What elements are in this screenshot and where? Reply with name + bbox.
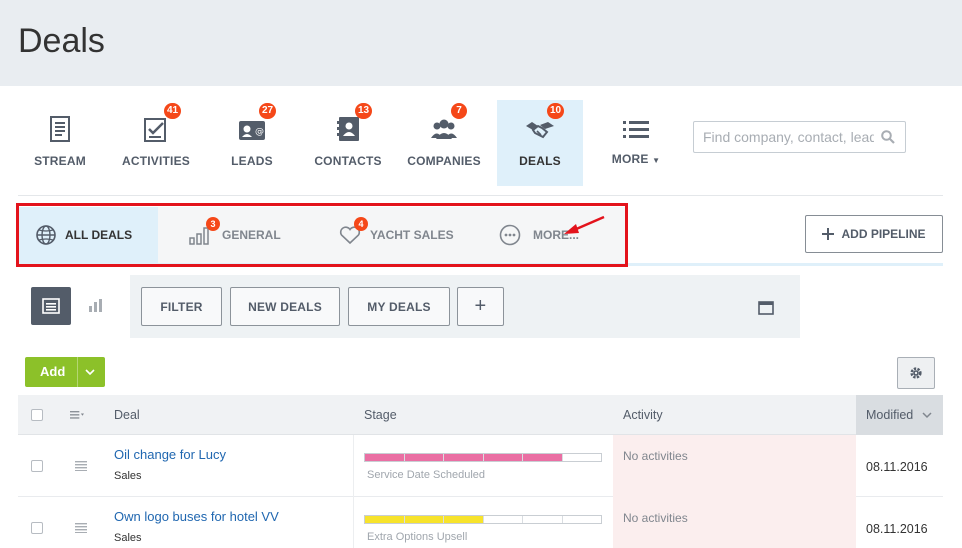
add-pipeline-button[interactable]: ADD PIPELINE (805, 215, 943, 253)
main-card: STREAM 41 ACTIVITIES @ 27 LEADS 13 CONTA… (0, 86, 962, 548)
handshake-icon (526, 122, 554, 139)
settings-button[interactable] (897, 357, 935, 389)
add-filter-button[interactable]: + (457, 287, 504, 326)
row-menu-icon[interactable] (74, 523, 88, 533)
search-input[interactable] (694, 122, 874, 152)
tab-leads[interactable]: @ 27 LEADS (209, 100, 295, 186)
window-icon[interactable] (758, 301, 774, 315)
list-view-button[interactable] (31, 287, 71, 325)
activity-text: No activities (623, 511, 688, 525)
deal-pipeline: Sales (114, 532, 142, 544)
more-label: MORE (611, 152, 649, 166)
tab-label: LEADS (231, 154, 273, 168)
divider (18, 195, 943, 196)
stage-progress-bar[interactable] (364, 453, 602, 462)
leads-count-badge: 27 (259, 103, 277, 119)
modified-header-label: Modified (866, 408, 914, 422)
table-header: Deal Stage Activity Modified (18, 395, 943, 435)
tab-label: STREAM (34, 154, 86, 168)
modified-date: 08.11.2016 (866, 522, 928, 536)
contacts-icon (337, 117, 359, 141)
cell-divider (353, 497, 354, 548)
gear-icon (910, 367, 922, 379)
tab-companies[interactable]: 7 COMPANIES (401, 100, 487, 186)
stream-icon (50, 116, 70, 142)
table-row: Own logo buses for hotel VV Sales Extra … (18, 497, 943, 548)
deals-count-badge: 10 (547, 103, 565, 119)
view-switcher (18, 275, 130, 338)
modified-date: 08.11.2016 (866, 460, 928, 474)
activity-text: No activities (623, 449, 688, 463)
arrow-annotation-icon (564, 215, 605, 234)
cell-divider (353, 435, 354, 497)
row-checkbox[interactable] (31, 460, 43, 472)
row-menu-icon[interactable] (74, 461, 88, 471)
add-label: Add (40, 364, 66, 379)
row-checkbox[interactable] (31, 522, 43, 534)
stage-label: Extra Options Upsell (367, 531, 468, 543)
menu-icon (623, 121, 649, 138)
sort-chevron-icon (922, 412, 932, 419)
tab-more[interactable]: MORE ▼ (593, 100, 679, 186)
new-deals-filter-button[interactable]: NEW DEALS (230, 287, 340, 326)
list-view-icon (42, 298, 60, 314)
select-all-checkbox[interactable] (31, 409, 43, 421)
tab-label: DEALS (519, 154, 561, 168)
plus-icon (822, 228, 835, 240)
my-deals-filter-button[interactable]: MY DEALS (348, 287, 450, 326)
tab-label: COMPANIES (407, 154, 481, 168)
highlight-frame (16, 203, 628, 267)
deal-title-link[interactable]: Oil change for Lucy (114, 447, 226, 462)
leads-icon: @ (239, 121, 265, 140)
add-deal-button[interactable]: Add (25, 357, 105, 387)
deal-title-link[interactable]: Own logo buses for hotel VV (114, 509, 279, 524)
tab-label: CONTACTS (314, 154, 382, 168)
stage-label: Service Date Scheduled (367, 469, 486, 481)
column-header-stage[interactable]: Stage (364, 395, 397, 435)
column-header-deal[interactable]: Deal (114, 395, 140, 435)
tab-deals[interactable]: 10 DEALS (497, 100, 583, 186)
filter-button[interactable]: FILTER (141, 287, 222, 326)
activities-count-badge: 41 (164, 103, 182, 119)
column-header-modified[interactable]: Modified (856, 395, 943, 435)
stage-progress-bar[interactable] (364, 515, 602, 524)
svg-text:@: @ (255, 127, 264, 137)
search-icon[interactable] (881, 130, 895, 144)
tab-stream[interactable]: STREAM (17, 100, 103, 186)
tab-contacts[interactable]: 13 CONTACTS (305, 100, 391, 186)
chevron-down-icon[interactable] (83, 365, 97, 379)
activity-cell (613, 435, 856, 497)
page-title: Deals (18, 22, 105, 60)
search-box[interactable] (693, 121, 906, 153)
tab-label: MORE ▼ (593, 152, 679, 166)
table-row: Oil change for Lucy Sales Service Date S… (18, 435, 943, 497)
companies-count-badge: 7 (451, 103, 467, 119)
tab-label: ACTIVITIES (121, 154, 190, 168)
tab-activities[interactable]: 41 ACTIVITIES (113, 100, 199, 186)
companies-icon (431, 119, 457, 139)
contacts-count-badge: 13 (355, 103, 373, 119)
caret-down-icon: ▼ (652, 156, 661, 165)
add-button-separator (77, 357, 78, 387)
column-menu-icon[interactable] (70, 410, 84, 420)
column-header-activity[interactable]: Activity (623, 395, 663, 435)
activities-icon (144, 118, 166, 142)
deal-pipeline: Sales (114, 470, 142, 482)
kanban-view-icon[interactable] (88, 297, 104, 313)
add-pipeline-label: ADD PIPELINE (841, 227, 926, 241)
